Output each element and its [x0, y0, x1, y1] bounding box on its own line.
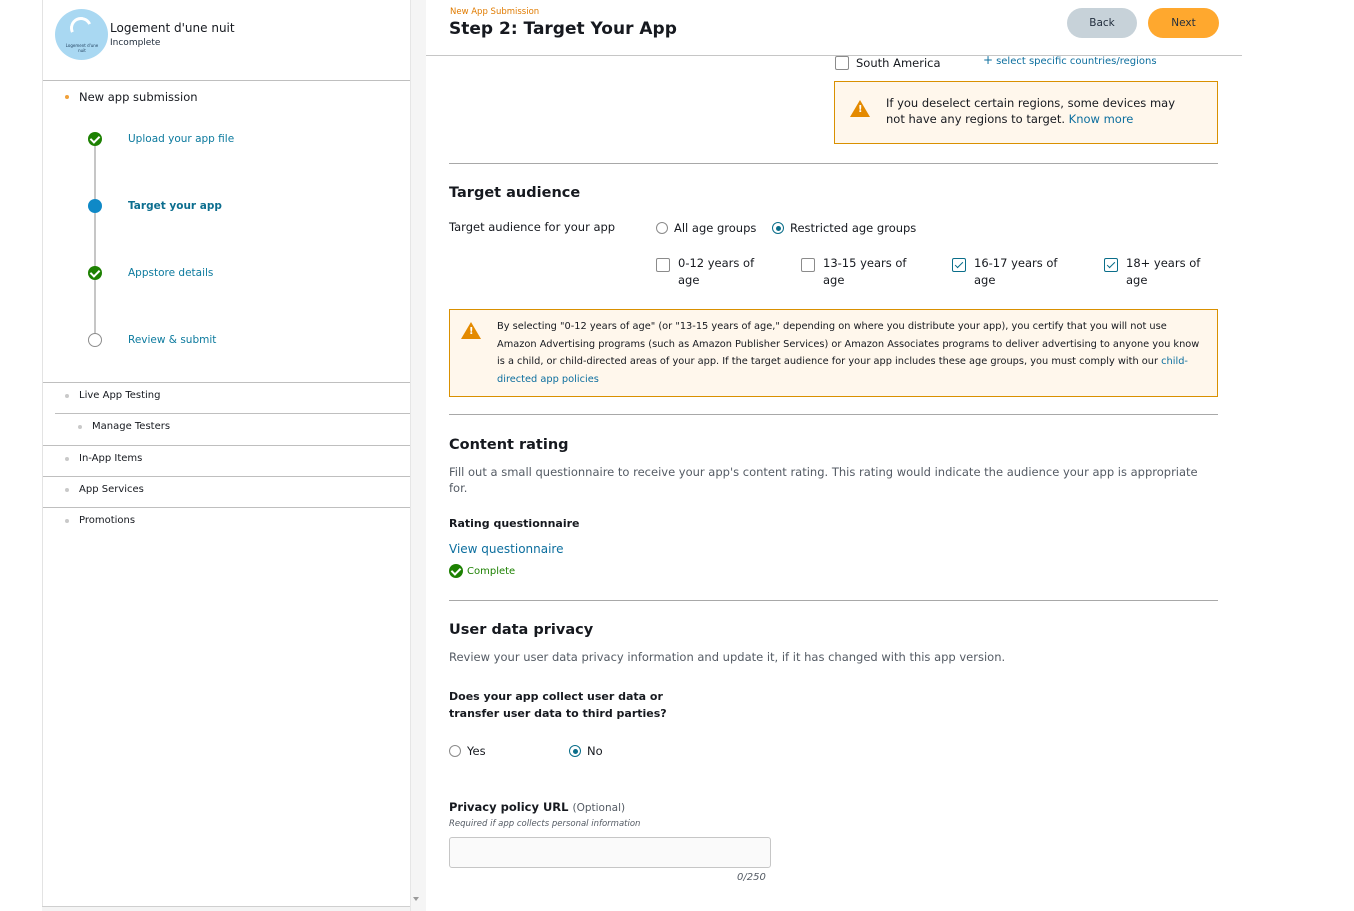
- age-16-17-checkbox[interactable]: 16-17 years of age: [952, 255, 1064, 289]
- target-audience-label: Target audience for your app: [449, 220, 616, 234]
- sidebar-scrollbar[interactable]: [410, 0, 426, 911]
- radio-selected-icon[interactable]: [772, 222, 784, 234]
- collect-data-question: Does your app collect user data or trans…: [449, 690, 667, 720]
- sidebar-divider: [43, 80, 411, 81]
- age-warning-text: By selecting "0-12 years of age" (or "13…: [497, 321, 1200, 385]
- age-0-12-checkbox[interactable]: 0-12 years of age: [656, 255, 768, 289]
- app-status: Incomplete: [110, 37, 161, 48]
- breadcrumb: New App Submission: [450, 7, 540, 17]
- current-step-icon: [88, 199, 102, 213]
- sidebar-bottom-strip: [42, 906, 411, 911]
- sidebar-divider: [43, 445, 411, 446]
- view-questionnaire-link[interactable]: View questionnaire: [449, 542, 563, 556]
- bullet-icon: [65, 487, 69, 492]
- character-counter: 0/250: [737, 872, 766, 883]
- target-audience-title: Target audience: [449, 185, 581, 201]
- check-circle-icon: [88, 266, 102, 280]
- sidebar-item-label: In-App Items: [79, 453, 143, 464]
- checkbox-checked-icon[interactable]: [952, 258, 966, 272]
- select-countries-link[interactable]: + select specific countries/regions: [983, 56, 1157, 67]
- step-label[interactable]: Appstore details: [128, 267, 213, 279]
- sidebar-divider: [43, 476, 411, 477]
- sidebar-item-in-app-items[interactable]: In-App Items: [65, 453, 142, 464]
- all-age-groups-radio[interactable]: All age groups: [656, 221, 756, 235]
- check-circle-icon: [88, 132, 102, 146]
- bullet-icon: [65, 456, 69, 461]
- app-header: Logement d'une nuit Logement d'une nuit …: [55, 9, 235, 60]
- radio-selected-icon[interactable]: [569, 745, 581, 757]
- sidebar-item-label: New app submission: [79, 90, 198, 104]
- region-label: South America: [856, 56, 941, 70]
- know-more-link[interactable]: Know more: [1069, 112, 1134, 126]
- sidebar-item-promotions[interactable]: Promotions: [65, 515, 135, 526]
- scroll-down-arrow-icon[interactable]: [413, 897, 419, 901]
- step-target[interactable]: Target your app: [88, 199, 222, 213]
- sidebar-item-label: Live App Testing: [79, 390, 161, 401]
- radio-icon[interactable]: [449, 745, 461, 757]
- rating-questionnaire-label: Rating questionnaire: [449, 517, 580, 530]
- warning-icon: [850, 100, 870, 117]
- back-button[interactable]: Back: [1067, 8, 1137, 38]
- step-label[interactable]: Target your app: [128, 200, 222, 212]
- sidebar-item-label: Promotions: [79, 515, 136, 526]
- content-rating-title: Content rating: [449, 437, 569, 453]
- sidebar-item-live-app-testing[interactable]: Live App Testing: [65, 390, 160, 401]
- age-13-15-checkbox[interactable]: 13-15 years of age: [801, 255, 913, 289]
- sidebar-item-label: App Services: [79, 484, 144, 495]
- step-appstore[interactable]: Appstore details: [88, 266, 213, 280]
- sidebar-item-new-app-submission[interactable]: New app submission: [65, 90, 198, 104]
- privacy-url-hint: Required if app collects personal inform…: [449, 819, 641, 829]
- collect-data-yes-radio[interactable]: Yes: [449, 744, 486, 758]
- steps-connector: [94, 146, 96, 338]
- app-logo-icon: [66, 13, 96, 43]
- bullet-icon: [78, 424, 82, 429]
- bullet-icon: [65, 393, 69, 398]
- age-warning-alert: By selecting "0-12 years of age" (or "13…: [449, 309, 1218, 397]
- sidebar-divider: [43, 382, 411, 383]
- app-name: Logement d'une nuit: [110, 20, 235, 35]
- questionnaire-status: Complete: [449, 564, 515, 578]
- step-label[interactable]: Upload your app file: [128, 133, 234, 145]
- next-button[interactable]: Next: [1148, 8, 1219, 38]
- warning-icon: [461, 322, 481, 339]
- empty-circle-icon: [88, 333, 102, 347]
- sidebar-item-app-services[interactable]: App Services: [65, 484, 144, 495]
- plus-icon: +: [983, 56, 994, 67]
- radio-icon[interactable]: [656, 222, 668, 234]
- south-america-checkbox[interactable]: [835, 56, 849, 70]
- step-review[interactable]: Review & submit: [88, 333, 216, 347]
- step-label[interactable]: Review & submit: [128, 334, 216, 346]
- privacy-description: Review your user data privacy informatio…: [449, 650, 1006, 664]
- sidebar: Logement d'une nuit Logement d'une nuit …: [42, 0, 411, 911]
- user-data-privacy-title: User data privacy: [449, 622, 594, 638]
- check-circle-icon: [449, 564, 463, 578]
- region-warning-alert: If you deselect certain regions, some de…: [834, 81, 1218, 144]
- sidebar-divider: [55, 413, 411, 414]
- section-divider: [449, 600, 1218, 601]
- app-avatar: Logement d'une nuit: [55, 9, 108, 60]
- privacy-url-label: Privacy policy URL (Optional): [449, 800, 626, 814]
- checkbox-icon[interactable]: [656, 258, 670, 272]
- checkbox-icon[interactable]: [801, 258, 815, 272]
- main-content: South America + select specific countries…: [426, 56, 1242, 911]
- sidebar-item-manage-testers[interactable]: Manage Testers: [78, 421, 170, 432]
- age-18-plus-checkbox[interactable]: 18+ years of age: [1104, 255, 1216, 289]
- sidebar-item-label: Manage Testers: [92, 421, 171, 432]
- app-avatar-text: Logement d'une nuit: [65, 43, 99, 53]
- page-header: New App Submission Step 2: Target Your A…: [426, 0, 1242, 56]
- privacy-url-input[interactable]: [449, 837, 771, 868]
- bullet-icon: [65, 95, 69, 99]
- content-rating-description: Fill out a small questionnaire to receiv…: [449, 465, 1198, 495]
- sidebar-divider: [43, 507, 411, 508]
- region-warning-text: If you deselect certain regions, some de…: [886, 96, 1176, 126]
- bullet-icon: [65, 518, 69, 523]
- checkbox-checked-icon[interactable]: [1104, 258, 1118, 272]
- section-divider: [449, 414, 1218, 415]
- step-upload[interactable]: Upload your app file: [88, 132, 234, 146]
- restricted-age-groups-radio[interactable]: Restricted age groups: [772, 221, 916, 235]
- page-title: Step 2: Target Your App: [449, 19, 677, 39]
- section-divider: [449, 163, 1218, 164]
- collect-data-no-radio[interactable]: No: [569, 744, 603, 758]
- region-south-america[interactable]: South America: [835, 56, 941, 70]
